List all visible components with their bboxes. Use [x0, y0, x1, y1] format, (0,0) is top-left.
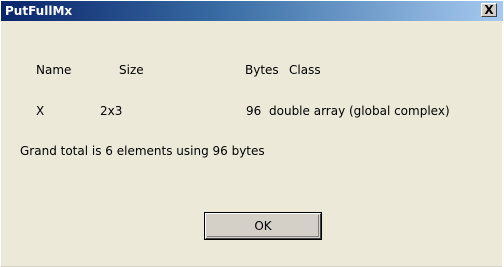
header-class: Class: [289, 63, 321, 77]
row-class-value: double array (global complex): [269, 104, 450, 118]
summary-text: Grand total is 6 elements using 96 bytes: [20, 144, 265, 158]
header-bytes: Bytes: [245, 63, 279, 77]
row-size-value: 2x3: [100, 104, 123, 118]
ok-button[interactable]: OK: [204, 212, 322, 240]
row-bytes-value: 96: [246, 104, 262, 118]
row-name-value: X: [36, 104, 45, 118]
window-title: PutFullMx: [5, 4, 73, 18]
header-size: Size: [119, 63, 144, 77]
close-button[interactable]: X: [481, 3, 497, 17]
title-bar[interactable]: PutFullMx X: [1, 1, 503, 21]
header-name: Name: [36, 63, 72, 77]
close-icon: X: [484, 3, 494, 17]
ok-button-label: OK: [254, 219, 272, 233]
putfullmx-dialog: PutFullMx X Name Size Bytes Class X 2x3 …: [0, 0, 503, 267]
